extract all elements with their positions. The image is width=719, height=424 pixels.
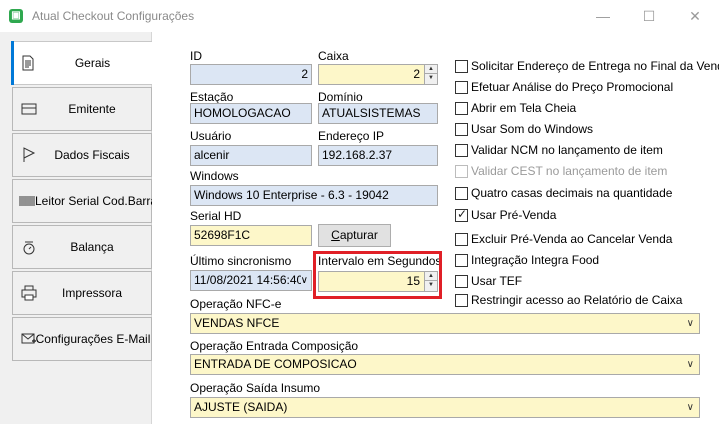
checkbox-box[interactable]: [455, 254, 468, 267]
checkbox-label: Excluir Pré-Venda ao Cancelar Venda: [471, 232, 673, 246]
chevron-down-icon[interactable]: ∨: [687, 398, 694, 417]
windows-field: Windows 10 Enterprise - 6.3 - 19042: [190, 185, 438, 206]
checkbox-label: Validar NCM no lançamento de item: [471, 143, 663, 157]
tab-emitente[interactable]: Emitente: [12, 87, 152, 131]
spin-down-icon[interactable]: ▼: [425, 74, 437, 83]
minimize-button[interactable]: —: [580, 0, 626, 32]
operacao-nfce-label: Operação NFC-e: [190, 297, 282, 311]
tab-label: Configurações E-Mail: [35, 332, 151, 346]
checkbox-label: Abrir em Tela Cheia: [471, 101, 577, 115]
highlight-box: [313, 251, 442, 299]
tab-dados-fiscais[interactable]: Dados Fiscais: [12, 133, 152, 177]
usuario-field: alcenir: [190, 145, 312, 166]
operacao-nfce-select[interactable]: VENDAS NFCE ∨: [190, 313, 700, 334]
dominio-field: ATUALSISTEMAS: [318, 103, 438, 124]
checkbox-box[interactable]: [455, 81, 468, 94]
tab-impressora[interactable]: Impressora: [12, 271, 152, 315]
checkbox-label: Efetuar Análise do Preço Promocional: [471, 80, 674, 94]
caixa-value: 2: [413, 67, 420, 81]
tab-configuracoes-email[interactable]: Configurações E-Mail: [12, 317, 152, 361]
window-title: Atual Checkout Configurações: [32, 9, 195, 23]
chevron-down-icon[interactable]: ∨: [687, 314, 694, 333]
checkbox-box[interactable]: [455, 102, 468, 115]
side-tabs: Gerais Emitente Dados Fiscais Leitor Ser…: [0, 32, 158, 424]
tab-balanca[interactable]: Balança: [12, 225, 152, 269]
capturar-accel: C: [331, 228, 340, 242]
operacao-saida-select[interactable]: AJUSTE (SAIDA) ∨: [190, 397, 700, 418]
shopping-bag-icon: ▣: [9, 9, 23, 23]
tab-leitor-serial[interactable]: Leitor Serial Cod.Barra: [12, 179, 158, 223]
checkbox-label: Solicitar Endereço de Entrega no Final d…: [471, 59, 719, 73]
checkbox-box[interactable]: [455, 207, 468, 222]
title-bar: ▣ Atual Checkout Configurações — ☐ ✕: [0, 0, 719, 32]
checkbox-label: Validar CEST no lançamento de item: [471, 164, 668, 178]
printer-icon: [21, 285, 37, 301]
checkbox-box: [455, 165, 468, 178]
checkbox-label: Usar Pré-Venda: [471, 208, 557, 222]
checkbox-box[interactable]: [455, 294, 468, 307]
document-icon: [22, 55, 34, 71]
serial-hd-field[interactable]: 52698F1C: [190, 225, 312, 246]
operacao-saida-label: Operação Saída Insumo: [190, 381, 321, 395]
operacao-entrada-value: ENTRADA DE COMPOSICAO: [194, 357, 357, 371]
tab-label: Dados Fiscais: [54, 148, 130, 162]
checkbox-label: Integração Integra Food: [471, 253, 600, 267]
tab-label: Gerais: [74, 56, 111, 70]
close-button[interactable]: ✕: [672, 0, 718, 32]
dominio-label: Domínio: [318, 90, 363, 104]
operacao-entrada-select[interactable]: ENTRADA DE COMPOSICAO ∨: [190, 354, 700, 375]
checkbox-box[interactable]: [455, 60, 468, 73]
flag-icon: [23, 147, 36, 162]
chevron-down-icon[interactable]: ∨: [687, 355, 694, 374]
serial-hd-label: Serial HD: [190, 209, 242, 223]
spin-up-icon[interactable]: ▲: [425, 65, 437, 74]
scale-icon: [23, 241, 35, 255]
ultimo-sincronismo-label: Último sincronismo: [190, 254, 292, 268]
maximize-button[interactable]: ☐: [626, 0, 672, 32]
checkbox-box[interactable]: [455, 144, 468, 157]
checkbox-box[interactable]: [455, 233, 468, 246]
checkbox-box[interactable]: [455, 275, 468, 288]
tab-label: Emitente: [68, 102, 116, 116]
tab-label: Leitor Serial Cod.Barra: [35, 194, 158, 208]
operacao-entrada-label: Operação Entrada Composição: [190, 339, 359, 353]
windows-label: Windows: [190, 169, 239, 183]
endereco-ip-field: 192.168.2.37: [318, 145, 438, 166]
operacao-saida-value: AJUSTE (SAIDA): [194, 400, 288, 414]
checkbox-box[interactable]: [455, 187, 468, 200]
chevron-down-icon[interactable]: ∨: [300, 271, 308, 290]
endereco-ip-label: Endereço IP: [318, 129, 385, 143]
barcode-icon: [19, 196, 35, 206]
tab-gerais[interactable]: Gerais: [11, 41, 153, 85]
capturar-label: apturar: [339, 228, 378, 242]
checkbox-label: Restringir acesso ao Relatório de Caixa: [471, 293, 683, 307]
card-icon: [21, 103, 37, 115]
caixa-stepper[interactable]: 2 ▲ ▼: [318, 64, 438, 85]
tab-label: Balança: [70, 240, 114, 254]
estacao-field: HOMOLOGACAO: [190, 103, 312, 124]
operacao-nfce-value: VENDAS NFCE: [194, 316, 280, 330]
id-field: 2: [190, 64, 312, 85]
id-label: ID: [190, 49, 202, 63]
checkbox-box[interactable]: [455, 123, 468, 136]
usuario-label: Usuário: [190, 129, 232, 143]
estacao-label: Estação: [190, 90, 234, 104]
caixa-label: Caixa: [318, 49, 349, 63]
checkbox-label: Usar TEF: [471, 274, 523, 288]
ultimo-sincronismo-value: 11/08/2021 14:56:40: [194, 273, 304, 287]
caixa-spin-buttons[interactable]: ▲ ▼: [424, 65, 437, 84]
capturar-button[interactable]: Capturar: [318, 224, 391, 247]
checkbox-label: Quatro casas decimais na quantidade: [471, 186, 673, 200]
ultimo-sincronismo-picker[interactable]: 11/08/2021 14:56:40 ∨: [190, 270, 312, 291]
tab-label: Impressora: [61, 286, 123, 300]
checkbox-label: Usar Som do Windows: [471, 122, 594, 136]
